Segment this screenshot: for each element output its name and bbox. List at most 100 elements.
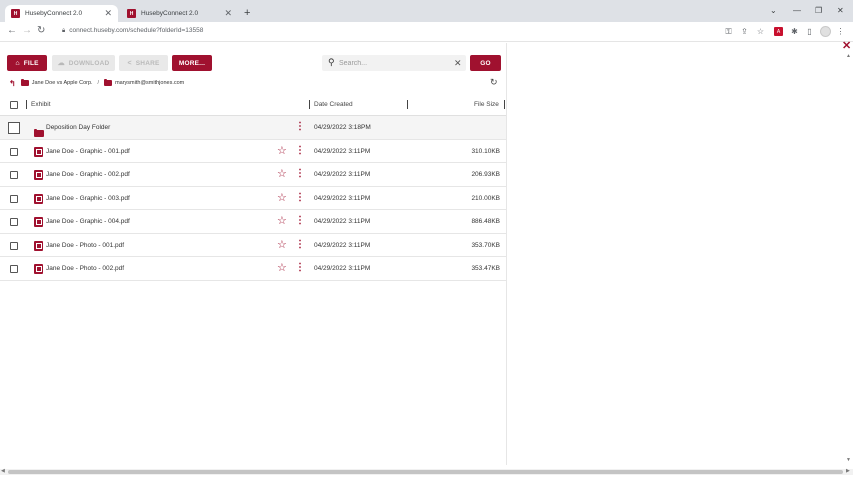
scroll-up-icon[interactable]: ▲ xyxy=(846,53,851,59)
table-row[interactable]: Jane Doe - Graphic - 004.pdf ☆ ⋮ 04/29/2… xyxy=(0,210,506,234)
side-panel-icon[interactable]: ▯ xyxy=(805,27,814,36)
search-box: ⚲ ✕ xyxy=(322,55,466,71)
favorite-star-icon[interactable]: ☆ xyxy=(277,215,287,227)
file-button-label: FILE xyxy=(23,59,39,67)
vertical-scrollbar[interactable]: ▲ ▼ xyxy=(846,53,852,465)
table-row[interactable]: Deposition Day Folder ⋮ 04/29/2022 3:18P… xyxy=(0,116,506,140)
file-size: 310.10KB xyxy=(471,147,500,155)
scroll-right-icon[interactable]: ▶ xyxy=(846,468,850,474)
pdf-file-icon xyxy=(34,264,43,274)
row-checkbox[interactable] xyxy=(10,218,18,226)
browser-window: H HusebyConnect 2.0 ✕ H HusebyConnect 2.… xyxy=(0,0,853,480)
column-separator[interactable] xyxy=(309,100,310,109)
row-menu-icon[interactable]: ⋮ xyxy=(295,239,305,251)
file-name[interactable]: Jane Doe - Photo - 002.pdf xyxy=(46,265,124,272)
clear-search-icon[interactable]: ✕ xyxy=(454,57,462,69)
home-icon: ⌂ xyxy=(15,59,20,67)
new-tab-button[interactable]: + xyxy=(244,8,250,19)
favorite-star-icon[interactable]: ☆ xyxy=(277,145,287,157)
row-checkbox[interactable] xyxy=(10,194,18,203)
file-name[interactable]: Jane Doe - Graphic - 001.pdf xyxy=(46,148,130,155)
key-icon[interactable]: ⚿ xyxy=(724,27,733,36)
bookmark-star-icon[interactable]: ☆ xyxy=(756,27,765,36)
go-button[interactable]: GO xyxy=(470,55,501,71)
row-checkbox[interactable] xyxy=(10,241,18,250)
tab-search-icon[interactable]: ⌄ xyxy=(770,6,777,16)
profile-avatar[interactable] xyxy=(820,26,831,37)
table-header: Exhibit Date Created File Size xyxy=(0,94,506,116)
table-row[interactable]: Jane Doe - Graphic - 001.pdf ☆ ⋮ 04/29/2… xyxy=(0,140,506,163)
file-name[interactable]: Jane Doe - Photo - 001.pdf xyxy=(46,242,124,249)
favorite-star-icon[interactable]: ☆ xyxy=(277,192,287,204)
close-panel-icon[interactable]: ✕ xyxy=(842,39,851,52)
row-menu-icon[interactable]: ⋮ xyxy=(295,145,305,157)
share-button[interactable]: < SHARE xyxy=(119,55,168,71)
forward-icon[interactable]: → xyxy=(22,25,32,37)
row-menu-icon[interactable]: ⋮ xyxy=(295,168,305,180)
file-size: 206.93KB xyxy=(471,171,500,178)
scrollbar-thumb[interactable] xyxy=(8,470,843,474)
browser-toolbar: ← → ↻ 🔒︎ connect.huseby.com/schedule?fold… xyxy=(0,22,853,42)
scroll-down-icon[interactable]: ▼ xyxy=(846,457,851,463)
tab-title: HusebyConnect 2.0 xyxy=(25,10,83,17)
tab-huseby-2[interactable]: H HusebyConnect 2.0 ✕ xyxy=(121,5,238,22)
file-name[interactable]: Jane Doe - Graphic - 004.pdf xyxy=(46,218,130,225)
back-icon[interactable]: ← xyxy=(7,25,17,37)
file-size: 353.47KB xyxy=(471,265,500,272)
scroll-left-icon[interactable]: ◀ xyxy=(1,468,5,474)
favorite-star-icon[interactable]: ☆ xyxy=(277,239,287,251)
row-menu-icon[interactable]: ⋮ xyxy=(295,121,305,133)
breadcrumb-item-user[interactable]: marysmith@smithjones.com xyxy=(115,80,184,86)
pdf-file-icon xyxy=(34,170,43,180)
row-checkbox[interactable] xyxy=(10,147,18,156)
minimize-icon[interactable]: — xyxy=(793,6,801,16)
tab-huseby-1[interactable]: H HusebyConnect 2.0 ✕ xyxy=(5,5,118,22)
pdf-file-icon xyxy=(34,240,43,251)
reload-icon[interactable]: ↻ xyxy=(37,25,45,37)
column-separator[interactable] xyxy=(26,100,27,109)
window-close-icon[interactable]: ✕ xyxy=(837,6,844,16)
row-menu-icon[interactable]: ⋮ xyxy=(295,262,305,274)
file-list: Deposition Day Folder ⋮ 04/29/2022 3:18P… xyxy=(0,116,506,281)
more-button[interactable]: MORE... xyxy=(172,55,212,71)
file-name[interactable]: Jane Doe - Graphic - 003.pdf xyxy=(46,195,130,202)
row-menu-icon[interactable]: ⋮ xyxy=(295,192,305,204)
tab-close-icon[interactable]: ✕ xyxy=(104,8,112,18)
row-checkbox[interactable] xyxy=(10,171,18,179)
file-button[interactable]: ⌂ FILE xyxy=(7,55,47,71)
download-button[interactable]: ☁ DOWNLOAD xyxy=(52,55,115,71)
folder-icon xyxy=(104,78,113,86)
restore-icon[interactable]: ❐ xyxy=(815,6,822,16)
table-row[interactable]: Jane Doe - Graphic - 002.pdf ☆ ⋮ 04/29/2… xyxy=(0,163,506,187)
column-separator[interactable] xyxy=(504,100,505,109)
column-separator[interactable] xyxy=(407,100,408,109)
address-bar[interactable]: 🔒︎ connect.huseby.com/schedule?folderId=1… xyxy=(62,27,203,35)
folder-up-icon[interactable]: ↰ xyxy=(9,79,16,88)
extensions-puzzle-icon[interactable]: ✱ xyxy=(790,27,799,36)
share-page-icon[interactable]: ⇪ xyxy=(740,27,749,36)
column-header-exhibit[interactable]: Exhibit xyxy=(31,101,51,108)
table-row[interactable]: Jane Doe - Photo - 002.pdf ☆ ⋮ 04/29/202… xyxy=(0,257,506,281)
file-name[interactable]: Deposition Day Folder xyxy=(46,124,110,131)
share-button-label: SHARE xyxy=(135,59,160,67)
row-checkbox-hover[interactable] xyxy=(8,122,20,134)
favorite-star-icon[interactable]: ☆ xyxy=(277,262,287,274)
tab-close-icon[interactable]: ✕ xyxy=(224,8,232,18)
file-name[interactable]: Jane Doe - Graphic - 002.pdf xyxy=(46,171,130,178)
column-header-date-created[interactable]: Date Created xyxy=(314,101,353,108)
select-all-checkbox[interactable] xyxy=(10,101,18,109)
breadcrumb-item-case[interactable]: Jane Doe vs Apple Corp. xyxy=(32,80,93,86)
pdf-extension-icon[interactable]: A xyxy=(774,27,783,36)
horizontal-scrollbar[interactable]: ◀ ▶ xyxy=(0,468,853,475)
refresh-icon[interactable]: ↻ xyxy=(490,77,498,87)
go-button-label: GO xyxy=(480,59,491,67)
table-row[interactable]: Jane Doe - Photo - 001.pdf ☆ ⋮ 04/29/202… xyxy=(0,234,506,257)
favorite-star-icon[interactable]: ☆ xyxy=(277,168,287,180)
pdf-file-icon xyxy=(34,217,43,227)
column-header-file-size[interactable]: File Size xyxy=(474,101,499,108)
table-row[interactable]: Jane Doe - Graphic - 003.pdf ☆ ⋮ 04/29/2… xyxy=(0,187,506,210)
row-menu-icon[interactable]: ⋮ xyxy=(295,215,305,227)
search-input[interactable] xyxy=(339,57,449,69)
browser-menu-icon[interactable]: ⋮ xyxy=(836,27,845,36)
row-checkbox[interactable] xyxy=(10,265,18,273)
